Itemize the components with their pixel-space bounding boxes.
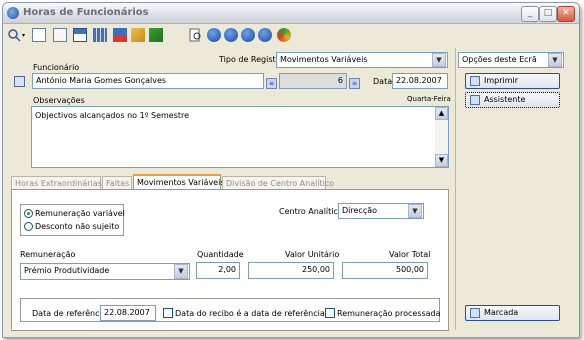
sidebar xyxy=(455,48,456,330)
numero-field: 6 xyxy=(279,73,347,89)
printer-icon xyxy=(470,76,480,86)
minimize-button[interactable]: _ xyxy=(521,6,539,22)
quantidade-field[interactable]: 2,00 xyxy=(196,262,240,279)
quantidade-value: 2,00 xyxy=(218,265,236,274)
valor-unitario-label: Valor Unitário xyxy=(285,250,340,259)
next-icon[interactable] xyxy=(241,28,255,42)
valor-total-value: 500,00 xyxy=(396,265,424,274)
radio-desconto-label: Desconto não sujeito xyxy=(35,222,120,231)
centro-analitico-value: Direcção xyxy=(342,206,378,215)
funcionario-field[interactable]: António Maria Gomes Gonçalves xyxy=(32,73,264,89)
maximize-button[interactable]: □ xyxy=(539,6,557,22)
mark-icon xyxy=(470,308,480,318)
valor-unitario-value: 250,00 xyxy=(302,265,330,274)
chevron-down-icon[interactable]: ▼ xyxy=(548,53,562,67)
centro-analitico-label: Centro Analítico xyxy=(279,207,343,216)
delete-icon[interactable] xyxy=(113,28,127,42)
radio-desconto-nao-sujeito[interactable] xyxy=(24,222,33,231)
funcionario-lookup-button[interactable]: ≡ xyxy=(266,78,277,89)
remuneracao-value: Prémio Produtividade xyxy=(24,266,110,275)
scrollbar[interactable]: ▲ ▼ xyxy=(435,107,448,167)
numero-lookup-button[interactable]: ≡ xyxy=(349,78,360,89)
imprimir-button[interactable]: Imprimir xyxy=(465,73,560,89)
list-icon[interactable] xyxy=(14,76,25,87)
options-value: Opções deste Ecrã xyxy=(462,55,537,64)
checkbox-remuneracao-processada[interactable] xyxy=(325,308,335,318)
assistente-label: Assistente xyxy=(484,95,526,104)
weekday-label: Quarta-Feira xyxy=(407,95,451,103)
tab-movimentos-variaveis[interactable]: Movimentos Variáveis xyxy=(133,174,225,190)
scroll-up-icon[interactable]: ▲ xyxy=(435,107,448,120)
close-button[interactable]: ✕ xyxy=(557,6,575,22)
options-select[interactable]: Opções deste Ecrã ▼ xyxy=(458,52,564,68)
data-field[interactable]: 22.08.2007 xyxy=(392,73,448,89)
scroll-down-icon[interactable]: ▼ xyxy=(435,154,448,167)
refresh-icon[interactable] xyxy=(277,28,291,42)
chevron-down-icon[interactable]: ▼ xyxy=(174,264,188,279)
app-icon xyxy=(7,7,19,19)
imprimir-label: Imprimir xyxy=(484,76,519,85)
chevron-down-icon[interactable]: ▼ xyxy=(432,53,446,67)
observacoes-value: Objectivos alcançados no 1º Semestre xyxy=(35,111,190,120)
radio-remuneracao-variavel[interactable] xyxy=(24,209,33,218)
remuneracao-select[interactable]: Prémio Produtividade ▼ xyxy=(20,263,190,280)
first-icon[interactable] xyxy=(207,28,221,42)
wizard-icon xyxy=(470,95,480,105)
valor-total-field[interactable]: 500,00 xyxy=(342,262,428,279)
export-icon[interactable] xyxy=(131,28,145,42)
checkbox-data-recibo[interactable] xyxy=(163,308,173,318)
main-window: Horas de Funcionários _ □ ✕ ▾ Tipo de Re… xyxy=(2,2,580,338)
last-icon[interactable] xyxy=(258,28,272,42)
copy-icon[interactable] xyxy=(53,28,67,42)
data-value: 22.08.2007 xyxy=(396,76,442,85)
tipo-registo-select[interactable]: Movimentos Variáveis ▼ xyxy=(276,52,448,68)
tipo-registo-label: Tipo de Registo xyxy=(219,55,281,64)
marcada-button[interactable]: Marcada xyxy=(465,305,560,321)
toolbar: ▾ xyxy=(3,24,579,46)
title-bar: Horas de Funcionários _ □ ✕ xyxy=(3,3,579,24)
search-icon[interactable] xyxy=(7,28,21,42)
data-referencia-field[interactable]: 22.08.2007 xyxy=(100,305,156,321)
remuneracao-label: Remuneração xyxy=(20,250,76,259)
quantidade-label: Quantidade xyxy=(197,250,244,259)
preview-icon[interactable] xyxy=(189,28,203,42)
assistente-button[interactable]: Assistente xyxy=(465,92,560,108)
new-doc-icon[interactable] xyxy=(32,28,46,42)
grid-icon[interactable] xyxy=(93,28,107,42)
data-referencia-value: 22.08.2007 xyxy=(104,308,150,317)
properties-icon[interactable] xyxy=(73,28,87,42)
tipo-registo-value: Movimentos Variáveis xyxy=(280,55,368,64)
window-title: Horas de Funcionários xyxy=(23,7,149,18)
centro-analitico-select[interactable]: Direcção ▼ xyxy=(338,203,424,219)
observacoes-label: Observações xyxy=(33,96,85,105)
chevron-down-icon[interactable]: ▼ xyxy=(408,204,422,218)
marcada-label: Marcada xyxy=(484,308,519,317)
data-referencia-label: Data de referência xyxy=(32,309,107,318)
funcionario-label: Funcionário xyxy=(33,63,80,72)
observacoes-textarea[interactable]: Objectivos alcançados no 1º Semestre ▲ ▼ xyxy=(31,106,449,168)
tab-panel: Remuneração variável Desconto não sujeit… xyxy=(11,189,449,331)
valor-unitario-field[interactable]: 250,00 xyxy=(248,262,334,279)
radio-remuneracao-variavel-label: Remuneração variável xyxy=(35,209,125,218)
checkbox-data-recibo-label: Data do recibo é a data de referência xyxy=(175,309,325,318)
funcionario-value: António Maria Gomes Gonçalves xyxy=(36,76,167,85)
valor-total-label: Valor Total xyxy=(389,250,431,259)
refresh-list-icon[interactable] xyxy=(149,28,163,42)
numero-value: 6 xyxy=(337,76,343,85)
search-dropdown-icon[interactable]: ▾ xyxy=(22,32,25,39)
prev-icon[interactable] xyxy=(224,28,238,42)
data-label: Data xyxy=(373,77,393,86)
checkbox-processada-label: Remuneração processada xyxy=(337,309,441,318)
